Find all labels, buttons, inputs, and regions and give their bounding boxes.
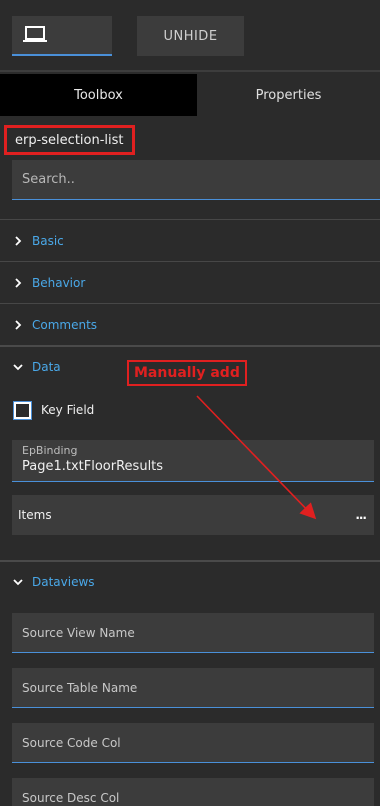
section-behavior-label: Behavior (32, 275, 86, 290)
items-field[interactable]: Items ... (12, 495, 374, 535)
top-toolbar: UNHIDE (0, 0, 380, 72)
panel-tabs: Toolbox Properties (0, 74, 380, 116)
section-comments[interactable]: Comments (0, 303, 380, 345)
key-field-row: Key Field (13, 400, 95, 420)
section-data-label: Data (32, 360, 61, 374)
chevron-right-icon (12, 319, 24, 331)
source-view-name-field[interactable]: Source View Name (12, 613, 374, 653)
chevron-down-icon (12, 576, 24, 588)
source-code-col-field[interactable]: Source Code Col (12, 723, 374, 763)
tab-properties[interactable]: Properties (197, 74, 380, 116)
epbinding-field[interactable]: EpBinding Page1.txtFloorResults (12, 440, 374, 482)
component-name: erp-selection-list (4, 125, 135, 155)
section-dataviews-label: Dataviews (32, 575, 95, 589)
search-input[interactable]: Search.. (12, 160, 380, 200)
section-comments-label: Comments (32, 317, 98, 332)
more-options-icon[interactable]: ... (355, 508, 367, 522)
section-basic-label: Basic (32, 233, 64, 248)
device-toggle-button[interactable] (12, 16, 112, 56)
section-dataviews[interactable]: Dataviews (0, 560, 380, 602)
items-label: Items (18, 508, 52, 522)
key-field-label: Key Field (41, 403, 95, 417)
unhide-button[interactable]: UNHIDE (137, 16, 244, 56)
key-field-checkbox[interactable] (13, 400, 32, 420)
tab-toolbox[interactable]: Toolbox (0, 74, 197, 116)
chevron-down-icon (12, 361, 24, 373)
source-table-name-field[interactable]: Source Table Name (12, 668, 374, 708)
section-behavior[interactable]: Behavior (0, 261, 380, 303)
epbinding-value: Page1.txtFloorResults (22, 459, 164, 474)
chevron-right-icon (12, 235, 24, 247)
chevron-right-icon (12, 277, 24, 289)
section-basic[interactable]: Basic (0, 219, 380, 261)
annotation-label: Manually add (127, 360, 247, 386)
laptop-icon (23, 26, 47, 42)
epbinding-label: EpBinding (22, 444, 78, 457)
source-desc-col-field[interactable]: Source Desc Col (12, 778, 374, 806)
